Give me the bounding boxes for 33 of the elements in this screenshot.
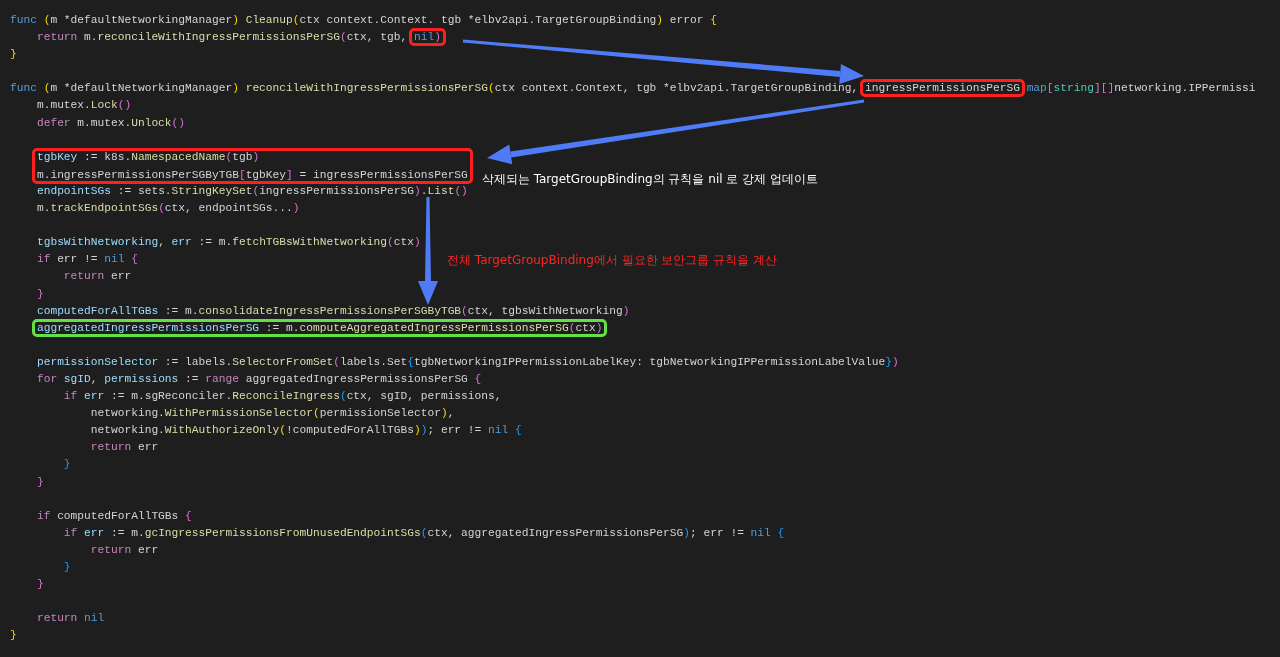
code-line: if computedForAllTGBs { <box>35 509 192 522</box>
code-line: networking.WithPermissionSelector(permissionSelector), <box>89 407 455 420</box>
code-line: } <box>62 561 71 573</box>
annotation-note: 삭제되는 TargetGroupBinding의 규칙을 nil 로 강제 업데이트 <box>481 171 818 186</box>
code-line: computedForAllTGBs := m.consolidateIngressPermissionsPerSGByTGB(ctx, tgbsWithNetworking) <box>35 304 630 317</box>
code-line: } <box>35 578 44 591</box>
code-line: return err <box>62 270 132 283</box>
annotation-note: 전체 TargetGroupBinding에서 필요한 보안그룹 규칙을 계산 <box>447 252 778 270</box>
code-line: endpointSGs := sets.StringKeySet(ingressPermissionsPerSG).List() <box>35 184 468 197</box>
code-line: return err <box>89 543 159 556</box>
code-line: } <box>35 287 44 300</box>
code-line: func (m *defaultNetworkingManager) reconcileWithIngressPermissionsPerSG(ctx context.Context, tgb *elbv2api.TargetGroupBinding, ingressPermissionsPerSG map[string][]networking.IPPermissi <box>10 82 1256 95</box>
code-line: tgbKey := k8s.NamespacedName(tgb) <box>35 150 260 163</box>
code-line: tgbsWithNetworking, err := m.fetchTGBsWithNetworking(ctx) <box>35 236 421 249</box>
code-line: if err := m.gcIngressPermissionsFromUnusedEndpointSGs(ctx, aggregatedIngressPermissionsPerSG); err != nil { <box>62 526 785 539</box>
code-line: func (m *defaultNetworkingManager) Cleanup(ctx context.Context. tgb *elbv2api.TargetGroupBinding) error { <box>10 14 717 26</box>
code-line: } <box>10 629 17 642</box>
code-line: aggregatedIngressPermissionsPerSG := m.computeAggregatedIngressPermissionsPerSG(ctx) <box>35 321 603 334</box>
code-line: } <box>62 458 71 471</box>
code-line: return m.reconcileWithIngressPermissionsPerSG(ctx, tgb, nil) <box>35 31 441 44</box>
code-line: return err <box>89 441 159 454</box>
code-line: m.ingressPermissionsPerSGByTGB[tgbKey] = ingressPermissionsPerSG <box>35 168 468 181</box>
code-line: } <box>35 475 44 488</box>
code-line: return nil <box>35 612 105 625</box>
code-line: permissionSelector := labels.SelectorFromSet(labels.Set{tgbNetworkingIPPermissionLabelKey: tgbNetworkingIPPermissionLabelValue}) <box>35 355 899 368</box>
code-line: for sgID, permissions := range aggregatedIngressPermissionsPerSG { <box>35 372 482 385</box>
code-line: m.trackEndpointSGs(ctx, endpointSGs...) <box>35 202 300 215</box>
code-line: m.mutex.Lock() <box>35 99 132 112</box>
code-line: if err := m.sgReconciler.ReconcileIngress(ctx, sgID, permissions, <box>62 390 502 403</box>
code-line: } <box>10 48 17 61</box>
code-line: if err != nil { <box>35 253 138 266</box>
code-line: defer m.mutex.Unlock() <box>35 116 186 129</box>
code-line: networking.WithAuthorizeOnly(!computedForAllTGBs)); err != nil { <box>89 424 522 437</box>
